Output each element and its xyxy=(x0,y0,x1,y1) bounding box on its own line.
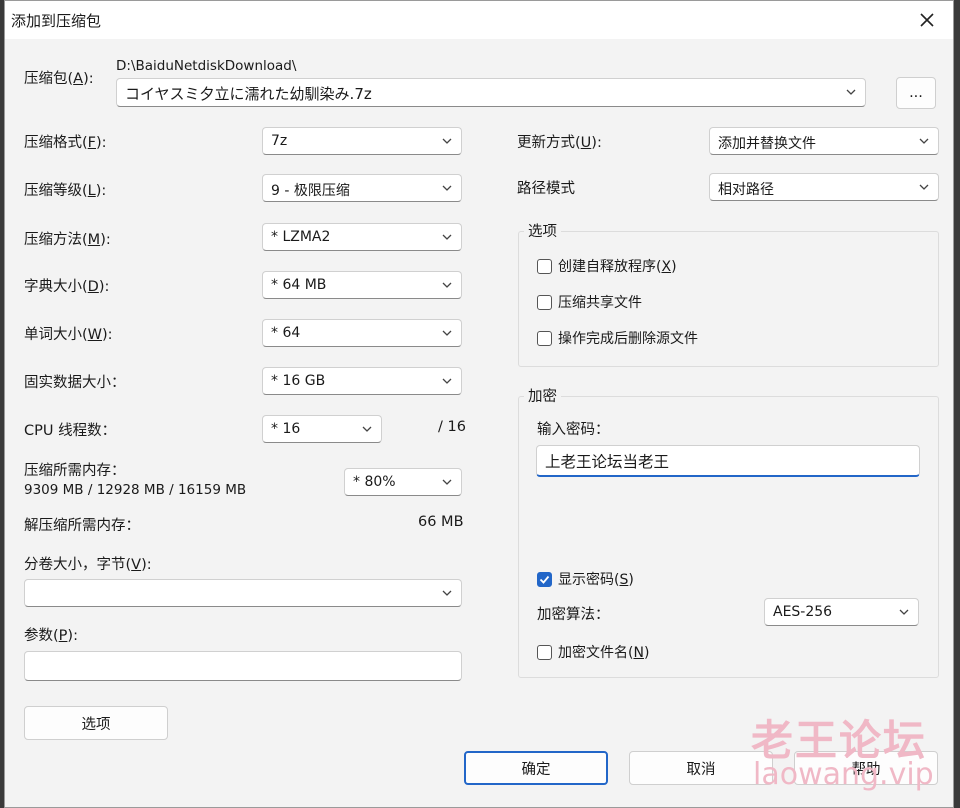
delete-checkbox[interactable]: 操作完成后删除源文件 xyxy=(537,328,698,348)
update-value: 添加并替换文件 xyxy=(718,136,816,152)
password-value: 上老王论坛当老王 xyxy=(545,453,670,471)
ok-button-label: 确定 xyxy=(521,761,551,778)
method-value: * LZMA2 xyxy=(271,229,331,245)
close-button[interactable] xyxy=(905,3,949,37)
sfx-checkbox[interactable]: 创建自释放程序(X) xyxy=(537,256,677,276)
path-mode-label: 路径模式 xyxy=(517,181,575,197)
method-select[interactable]: * LZMA2 xyxy=(262,223,462,251)
encryption-group-title: 加密 xyxy=(524,385,561,406)
chevron-down-icon xyxy=(442,138,452,144)
dict-select[interactable]: * 64 MB xyxy=(262,271,462,299)
decomp-value: 66 MB xyxy=(418,514,464,530)
shared-label: 压缩共享文件 xyxy=(558,295,642,311)
watermark-url: laowang.vip xyxy=(753,757,934,792)
threads-label: CPU 线程数： xyxy=(24,423,117,439)
show-password-label: 显示密码(S) xyxy=(558,572,634,588)
format-label: 压缩格式(F): xyxy=(24,135,107,151)
show-password-checkbox-box[interactable] xyxy=(537,571,552,587)
chevron-down-icon xyxy=(442,330,452,336)
level-value: 9 - 极限压缩 xyxy=(271,183,350,199)
decomp-label: 解压缩所需内存： xyxy=(24,518,140,534)
dict-value: * 64 MB xyxy=(271,277,327,293)
password-label: 输入密码： xyxy=(537,422,610,438)
volume-label: 分卷大小，字节(V): xyxy=(24,557,152,573)
options-button[interactable]: 选项 xyxy=(24,706,168,740)
level-select[interactable]: 9 - 极限压缩 xyxy=(262,174,462,202)
browse-button[interactable]: ... xyxy=(896,77,936,109)
encryption-method-select[interactable]: AES-256 xyxy=(764,598,919,626)
encrypt-names-label: 加密文件名(N) xyxy=(558,645,650,661)
cancel-button-label: 取消 xyxy=(686,761,716,778)
chevron-down-icon xyxy=(919,184,929,190)
browse-label: ... xyxy=(909,85,923,101)
solid-select[interactable]: * 16 GB xyxy=(262,367,462,395)
delete-checkbox-box[interactable] xyxy=(537,330,552,346)
password-input[interactable]: 上老王论坛当老王 xyxy=(536,445,920,477)
delete-label: 操作完成后删除源文件 xyxy=(558,331,698,347)
encryption-method-value: AES-256 xyxy=(773,604,833,620)
chevron-down-icon xyxy=(442,282,452,288)
archive-label: 压缩包(A): xyxy=(24,71,94,87)
threads-max: / 16 xyxy=(438,419,466,435)
chevron-down-icon xyxy=(919,138,929,144)
update-label: 更新方式(U): xyxy=(517,135,602,151)
chevron-down-icon xyxy=(846,89,856,95)
sfx-label: 创建自释放程序(X) xyxy=(558,259,677,275)
threads-value: * 16 xyxy=(271,421,301,437)
update-select[interactable]: 添加并替换文件 xyxy=(709,127,939,155)
encrypt-names-checkbox[interactable]: 加密文件名(N) xyxy=(537,642,649,662)
close-icon xyxy=(920,13,934,27)
chevron-down-icon xyxy=(442,234,452,240)
format-select[interactable]: 7z xyxy=(262,127,462,155)
format-value: 7z xyxy=(271,133,288,149)
dict-label: 字典大小(D): xyxy=(24,279,110,295)
encrypt-names-checkbox-box[interactable] xyxy=(537,644,552,660)
params-label: 参数(P): xyxy=(24,628,78,644)
chevron-down-icon xyxy=(442,590,452,596)
method-label: 压缩方法(M): xyxy=(24,232,111,248)
chevron-down-icon xyxy=(442,378,452,384)
params-input[interactable] xyxy=(24,651,462,681)
ok-button[interactable]: 确定 xyxy=(464,751,608,785)
word-value: * 64 xyxy=(271,325,301,341)
chevron-down-icon xyxy=(362,426,372,432)
chevron-down-icon xyxy=(442,185,452,191)
word-select[interactable]: * 64 xyxy=(262,319,462,347)
memory-value: * 80% xyxy=(353,474,396,490)
archive-name-value: コイヤスミ夕立に濡れた幼馴染み.7z xyxy=(125,85,372,103)
path-mode-select[interactable]: 相对路径 xyxy=(709,173,939,201)
archive-path: D:\BaiduNetdiskDownload\ xyxy=(116,58,297,74)
level-label: 压缩等级(L): xyxy=(24,183,107,199)
memory-label: 压缩所需内存： xyxy=(24,463,126,479)
chevron-down-icon xyxy=(899,609,909,615)
window-title: 添加到压缩包 xyxy=(11,12,102,30)
threads-select[interactable]: * 16 xyxy=(262,415,382,443)
solid-label: 固实数据大小： xyxy=(24,375,126,391)
add-to-archive-dialog: 添加到压缩包 压缩包(A): D:\BaiduNetdiskDownload\ … xyxy=(4,0,954,808)
shared-checkbox-box[interactable] xyxy=(537,294,552,310)
archive-name-combo[interactable]: コイヤスミ夕立に濡れた幼馴染み.7z xyxy=(116,78,866,107)
memory-select[interactable]: * 80% xyxy=(344,468,462,496)
solid-value: * 16 GB xyxy=(271,373,326,389)
chevron-down-icon xyxy=(442,479,452,485)
options-group-title: 选项 xyxy=(524,220,561,241)
encryption-method-label: 加密算法： xyxy=(537,607,610,623)
checkmark-icon xyxy=(539,575,550,584)
sfx-checkbox-box[interactable] xyxy=(537,258,552,274)
word-label: 单词大小(W): xyxy=(24,327,113,343)
show-password-checkbox[interactable]: 显示密码(S) xyxy=(537,569,634,589)
title-bar: 添加到压缩包 xyxy=(5,1,953,39)
shared-checkbox[interactable]: 压缩共享文件 xyxy=(537,292,642,312)
options-button-label: 选项 xyxy=(81,716,111,733)
path-mode-value: 相对路径 xyxy=(718,182,774,198)
memory-detail: 9309 MB / 12928 MB / 16159 MB xyxy=(24,482,247,498)
volume-select[interactable] xyxy=(24,579,462,607)
